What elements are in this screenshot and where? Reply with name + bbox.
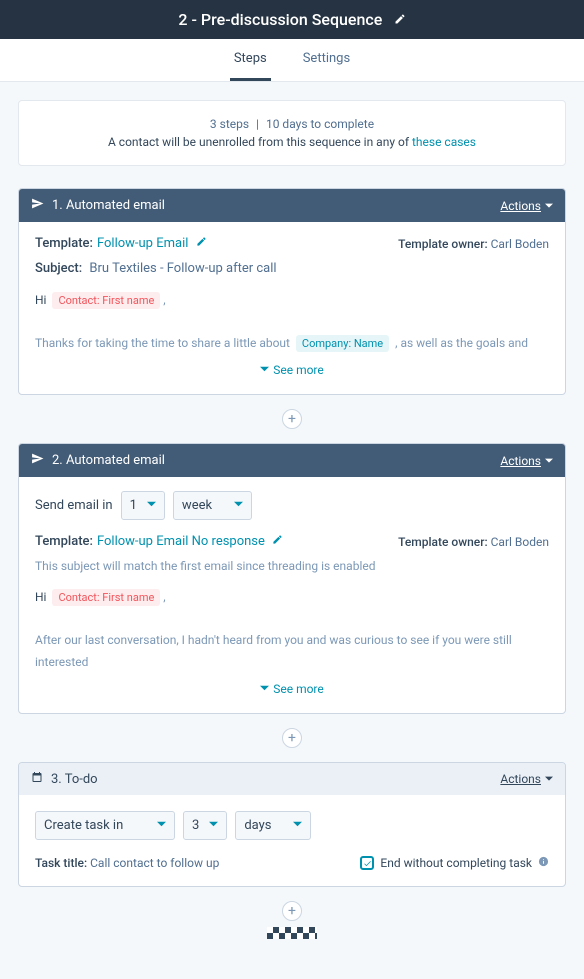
- sequence-summary: 3 steps | 10 days to complete A contact …: [18, 100, 566, 166]
- chevron-down-icon: [293, 818, 302, 833]
- subject-text: Bru Textiles - Follow-up after call: [89, 261, 276, 276]
- chevron-down-icon: [545, 454, 553, 468]
- summary-duration: 10 days to complete: [266, 117, 374, 131]
- company-name-token: Company: Name: [296, 335, 389, 352]
- task-title-value: Call contact to follow up: [90, 856, 219, 870]
- summary-steps: 3 steps: [210, 117, 249, 131]
- delay-label: Send email in: [35, 498, 113, 513]
- email-preview: Hi Contact: First name , Thanks for taki…: [35, 290, 549, 355]
- task-title-label: Task title:: [35, 856, 87, 870]
- unenroll-text: A contact will be unenrolled from this s…: [108, 135, 412, 149]
- chevron-down-icon: [545, 199, 553, 213]
- step-3-card: 3. To-do Actions Create task in 3 days: [18, 762, 566, 887]
- task-number-select[interactable]: 3: [183, 811, 227, 840]
- step-3-actions[interactable]: Actions: [500, 772, 553, 786]
- step-1-card: 1. Automated email Actions Template: Fol…: [18, 188, 566, 395]
- template-link[interactable]: Follow-up Email No response: [97, 534, 283, 549]
- chevron-down-icon: [157, 818, 166, 833]
- create-task-select[interactable]: Create task in: [35, 811, 175, 840]
- delay-number-select[interactable]: 1: [121, 491, 165, 520]
- delay-unit-select[interactable]: week: [173, 491, 252, 520]
- step-3-header[interactable]: 3. To-do Actions: [19, 763, 565, 795]
- step-1-header[interactable]: 1. Automated email Actions: [19, 189, 565, 222]
- add-step-button[interactable]: [282, 409, 302, 429]
- pencil-icon: [268, 534, 283, 549]
- step-3-title: 3. To-do: [51, 772, 500, 787]
- email-preview: Hi Contact: First name , After our last …: [35, 587, 549, 673]
- tabs-bar: Steps Settings: [0, 39, 584, 82]
- template-label: Template:: [35, 236, 93, 251]
- step-2-title: 2. Automated email: [52, 453, 500, 468]
- step-1-actions[interactable]: Actions: [500, 199, 553, 213]
- template-link[interactable]: Follow-up Email: [97, 236, 207, 251]
- step-2-card: 2. Automated email Actions Send email in…: [18, 443, 566, 714]
- task-unit-select[interactable]: days: [235, 811, 311, 840]
- step-2-actions[interactable]: Actions: [500, 454, 553, 468]
- threading-note: This subject will match the first email …: [35, 559, 549, 573]
- unenroll-link[interactable]: these cases: [412, 135, 476, 149]
- tab-steps[interactable]: Steps: [230, 39, 271, 81]
- add-step-button[interactable]: [282, 901, 302, 921]
- tab-settings[interactable]: Settings: [299, 39, 354, 81]
- end-sequence-label: End without completing task: [380, 856, 532, 870]
- step-1-title: 1. Automated email: [52, 198, 500, 213]
- owner-label: Template owner:: [398, 237, 488, 251]
- owner-label: Template owner:: [398, 535, 488, 549]
- template-label: Template:: [35, 534, 93, 549]
- pencil-icon: [192, 236, 207, 251]
- contact-first-name-token: Contact: First name: [52, 589, 160, 606]
- page-header: 2 - Pre-discussion Sequence: [0, 0, 584, 39]
- paper-plane-icon: [31, 452, 52, 469]
- contact-first-name-token: Contact: First name: [52, 292, 160, 309]
- see-more-button[interactable]: See more: [260, 363, 324, 377]
- info-icon[interactable]: [538, 856, 549, 870]
- paper-plane-icon: [31, 197, 52, 214]
- subject-label: Subject:: [35, 261, 82, 276]
- chevron-down-icon: [545, 772, 553, 786]
- finish-flag-icon: [267, 927, 317, 939]
- sequence-title: 2 - Pre-discussion Sequence: [178, 10, 382, 29]
- see-more-button[interactable]: See more: [260, 682, 324, 696]
- add-step-button[interactable]: [282, 728, 302, 748]
- owner-name: Carl Boden: [491, 237, 549, 251]
- pencil-icon[interactable]: [394, 13, 406, 29]
- chevron-down-icon: [209, 818, 218, 833]
- step-2-header[interactable]: 2. Automated email Actions: [19, 444, 565, 477]
- end-sequence-checkbox[interactable]: [360, 856, 374, 870]
- chevron-down-icon: [147, 498, 156, 513]
- calendar-icon: [31, 771, 51, 787]
- owner-name: Carl Boden: [491, 535, 549, 549]
- chevron-down-icon: [234, 498, 243, 513]
